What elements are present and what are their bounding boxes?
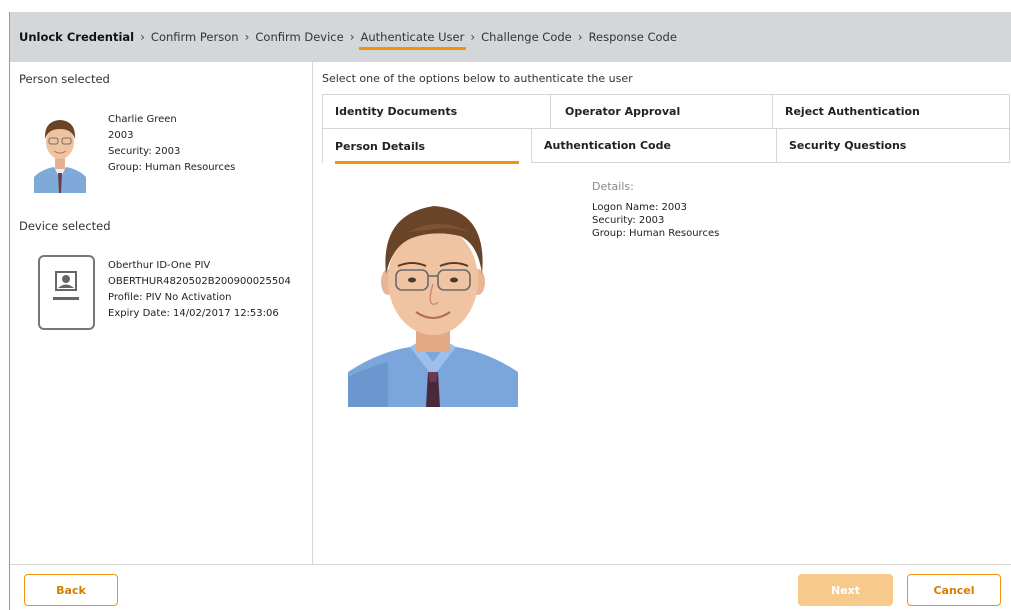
breadcrumb: Unlock Credential › Confirm Person › Con…: [10, 12, 1011, 62]
device-info: Oberthur ID-One PIV OBERTHUR4820502B2009…: [108, 258, 291, 322]
tab-label: Security Questions: [789, 139, 907, 152]
breadcrumb-step-challenge-code[interactable]: Challenge Code: [481, 30, 572, 44]
person-name: Charlie Green: [108, 114, 177, 125]
breadcrumb-step-confirm-person[interactable]: Confirm Person: [151, 30, 239, 44]
chevron-right-icon: ›: [577, 30, 583, 44]
tab-label: Identity Documents: [335, 105, 458, 118]
breadcrumb-step-authenticate-user[interactable]: Authenticate User: [358, 30, 467, 50]
tab-authentication-code[interactable]: Authentication Code: [531, 128, 777, 163]
cancel-button[interactable]: Cancel: [907, 574, 1001, 606]
active-tab-indicator: [335, 161, 519, 164]
details-heading: Details:: [592, 180, 634, 193]
device-profile: Profile: PIV No Activation: [108, 292, 232, 303]
selection-summary-panel: Person selected Charlie Green 2003 Secur…: [10, 62, 313, 564]
person-avatar: [34, 109, 86, 193]
tab-label: Operator Approval: [565, 105, 681, 118]
unlock-credential-window: Unlock Credential › Confirm Person › Con…: [9, 12, 1011, 610]
tab-label: Person Details: [335, 139, 426, 153]
device-expiry: Expiry Date: 14/02/2017 12:53:06: [108, 308, 279, 319]
person-details: Details: Logon Name: 2003 Security: 2003…: [592, 180, 719, 240]
device-selected-title: Device selected: [19, 219, 111, 233]
back-button[interactable]: Back: [24, 574, 118, 606]
tab-label: Reject Authentication: [785, 105, 920, 118]
breadcrumb-step-response-code[interactable]: Response Code: [589, 30, 677, 44]
details-security: Security: 2003: [592, 215, 665, 226]
chevron-right-icon: ›: [140, 30, 145, 44]
breadcrumb-step-unlock-credential[interactable]: Unlock Credential: [19, 30, 134, 44]
details-group: Group: Human Resources: [592, 228, 720, 239]
person-selected-title: Person selected: [19, 72, 110, 86]
smart-card-icon: [38, 255, 95, 330]
person-id: 2003: [108, 130, 134, 141]
chevron-right-icon: ›: [244, 30, 250, 44]
breadcrumb-step-confirm-device[interactable]: Confirm Device: [255, 30, 343, 44]
tab-security-questions[interactable]: Security Questions: [776, 128, 1010, 163]
tab-label: Authentication Code: [544, 139, 671, 152]
tab-reject-authentication[interactable]: Reject Authentication: [772, 94, 1010, 129]
tab-operator-approval[interactable]: Operator Approval: [550, 94, 773, 129]
details-logon-name: Logon Name: 2003: [592, 202, 687, 213]
instruction-text: Select one of the options below to authe…: [322, 72, 633, 85]
device-model: Oberthur ID-One PIV: [108, 260, 211, 271]
person-info: Charlie Green 2003 Security: 2003 Group:…: [108, 112, 235, 176]
tab-person-details[interactable]: Person Details: [322, 128, 532, 164]
authentication-panel: Select one of the options below to authe…: [313, 62, 1011, 564]
chevron-right-icon: ›: [470, 30, 476, 44]
next-button[interactable]: Next: [798, 574, 893, 606]
footer-bar: Back Next Cancel: [10, 564, 1011, 610]
tab-identity-documents[interactable]: Identity Documents: [322, 94, 551, 129]
person-security: Security: 2003: [108, 146, 181, 157]
device-serial: OBERTHUR4820502B200900025504: [108, 276, 291, 287]
person-photo: [348, 192, 518, 407]
chevron-right-icon: ›: [349, 30, 355, 44]
person-group: Group: Human Resources: [108, 162, 236, 173]
